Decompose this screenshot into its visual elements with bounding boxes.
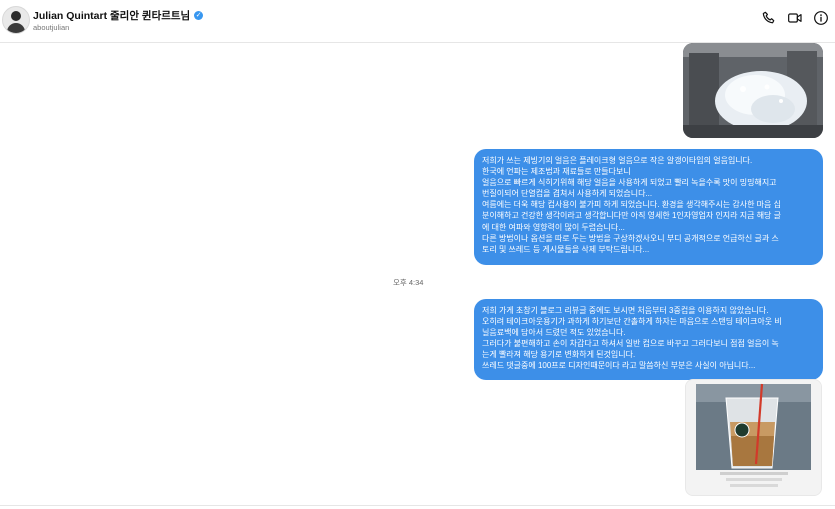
composer-divider	[0, 505, 835, 506]
message-line: 그러다가 불편해하고 손이 차갑다고 하셔서 일반 컵으로 바꾸고 그러다보니 …	[482, 339, 779, 349]
verified-badge-icon: ✓	[194, 11, 204, 20]
message-line: 토리 및 쓰레드 등 게시물들을 삭제 부탁드립니다...	[482, 244, 650, 254]
message-line: 오히려 테이크아웃용기가 과하게 하기보단 간촐하게 하자는 마음으로 스탠딩 …	[482, 317, 782, 327]
message-line: 저희가 쓰는 제빙기의 얼음은 플레이크형 얼음으로 작은 알갱이타입의 얼음입…	[482, 156, 753, 165]
message-bubble[interactable]: 저희 가게 초창기 블로그 리뷰글 중에도 보시면 처음부터 3중컵을 이용하지…	[474, 299, 823, 380]
message-line: 다른 방법이나 옵션을 따로 두는 방법을 구상하겠사오니 부디 공개적으로 언…	[482, 233, 779, 243]
message-bubble[interactable]: 저희가 쓰는 제빙기의 얼음은 플레이크형 얼음으로 작은 알갱이타입의 얼음입…	[474, 149, 823, 265]
message-line: 분이해하고 건강한 생각이라고 생각합니다만 아직 영세한 1인자영업자 인지라…	[482, 211, 781, 221]
message-line: 는게 빨라져 해당 용기로 변화하게 된것입니다.	[482, 350, 636, 360]
video-camera-icon[interactable]	[787, 10, 803, 26]
message-line: 얼음으로 빠르게 식히기위해 해당 얼음을 사용하게 되었고 빨리 녹을수록 맛…	[482, 178, 777, 188]
phone-icon[interactable]	[761, 10, 777, 26]
iced-drink-cup-photo[interactable]	[685, 379, 822, 496]
message-line: 닐음료백에 담아서 드렸던 적도 있었습니다.	[482, 328, 626, 338]
message-line: 쓰레드 댓글중에 100프로 디자인때문이다 라고 말씀하신 부분은 사실이 아…	[482, 361, 756, 371]
header-actions	[761, 10, 829, 26]
message-line: 에 대한 여파와 영향력이 많이 두렵습니다...	[482, 222, 625, 232]
header-name-row: Julian Quintart 줄리안 퀸타르트님 ✓	[33, 8, 204, 23]
message-line: 한국에 언파는 제조법과 재료들로 만들다보니	[482, 167, 631, 177]
message-thread[interactable]: 저희가 쓰는 제빙기의 얼음은 플레이크형 얼음으로 작은 알갱이타입의 얼음입…	[0, 43, 835, 509]
message-timestamp: 오후 4:34	[393, 278, 424, 287]
message-line: 저희 가게 초창기 블로그 리뷰글 중에도 보시면 처음부터 3중컵을 이용하지…	[482, 306, 769, 315]
conversation-header: Julian Quintart 줄리안 퀸타르트님 ✓ aboutjulian	[0, 0, 835, 43]
info-icon[interactable]	[813, 10, 829, 26]
message-line: 여름에는 더욱 해당 컵사용이 불가피 하게 되었습니다. 환경을 생각해주시는…	[482, 200, 781, 210]
username: aboutjulian	[33, 23, 70, 32]
display-name[interactable]: Julian Quintart 줄리안 퀸타르트님	[33, 8, 190, 23]
flake-ice-photo[interactable]	[683, 43, 823, 138]
avatar[interactable]	[2, 6, 30, 34]
message-line: 번질이되어 단열컵을 겹쳐서 사용하게 되었습니다...	[482, 189, 653, 199]
